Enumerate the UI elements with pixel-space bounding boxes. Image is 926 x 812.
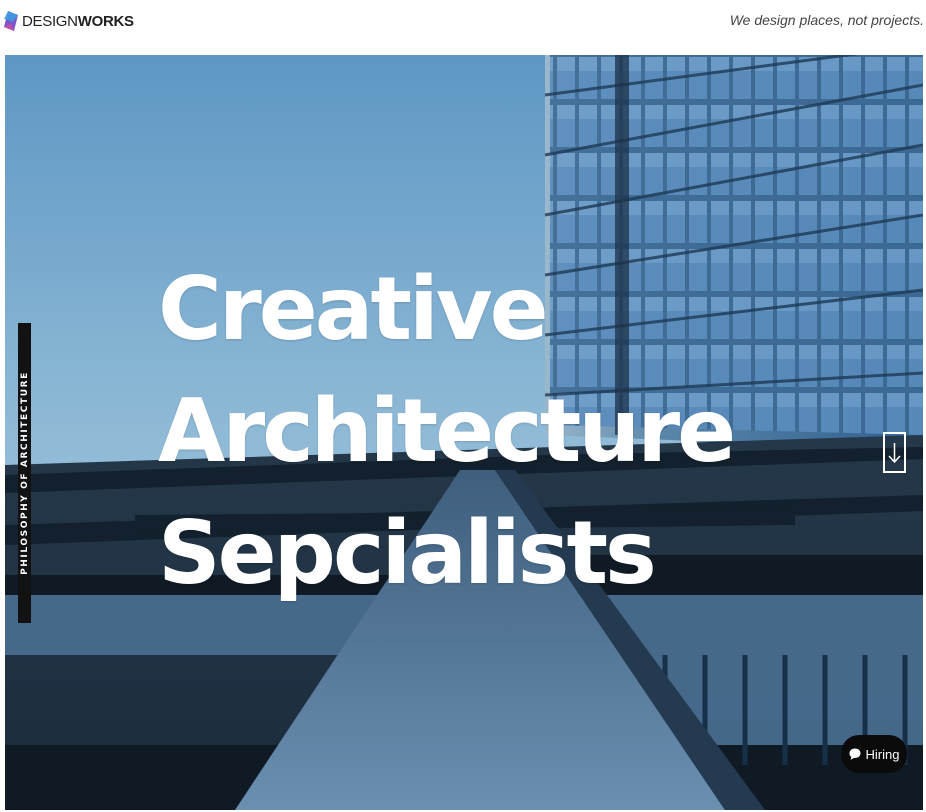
scroll-down-button[interactable] (883, 432, 906, 473)
arrow-down-icon (888, 443, 901, 464)
chat-bubble-icon (849, 748, 861, 760)
hiring-chat-button[interactable]: Hiring (841, 735, 907, 773)
side-label-text: PHILOSOPHY OF ARCHITECTURE (19, 371, 30, 575)
headline-line-3: Sepcialists (158, 502, 657, 604)
headline-line-2: Architecture (158, 380, 736, 482)
logo[interactable]: DESIGN WORKS (4, 10, 134, 32)
logo-text-design: DESIGN (22, 12, 78, 30)
hiring-label: Hiring (865, 746, 900, 762)
side-label-philosophy: PHILOSOPHY OF ARCHITECTURE (18, 323, 31, 623)
logo-text-works: WORKS (77, 12, 134, 30)
site-header: DESIGN WORKS We design places, not projec… (0, 0, 926, 55)
headline-line-1: Creative (158, 258, 549, 360)
hero-section: PHILOSOPHY OF ARCHITECTURE Creative Arch… (5, 55, 923, 810)
tagline: We design places, not projects. (729, 12, 924, 28)
hero-headline: Creative Architecture Sepcialists (158, 248, 736, 614)
logo-mark-icon (4, 11, 18, 31)
